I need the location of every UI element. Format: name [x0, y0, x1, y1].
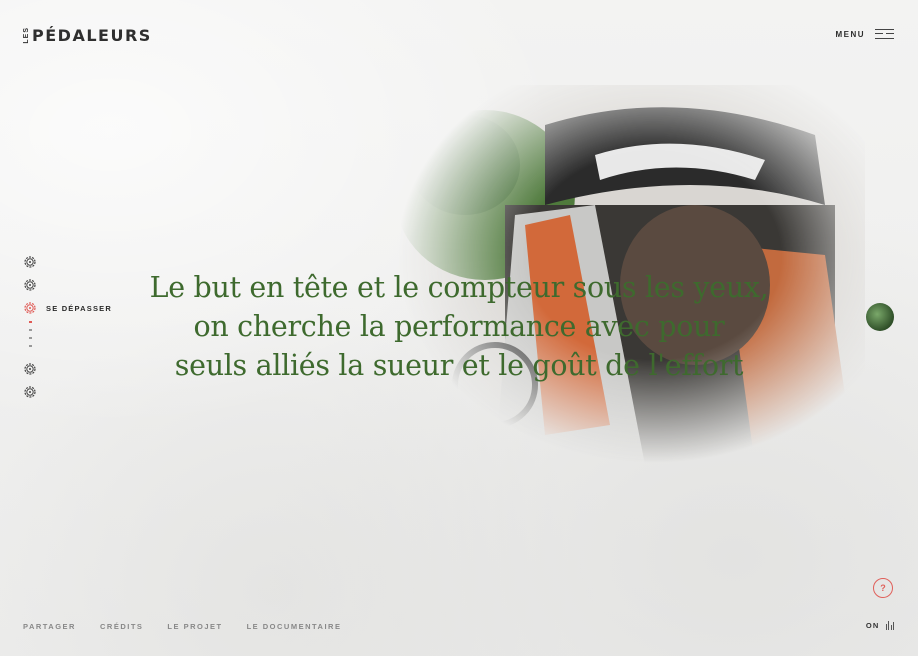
video-thumbnail-avatar[interactable]: [866, 303, 894, 331]
chapter-nav-item-4[interactable]: [23, 362, 37, 376]
gear-icon: [24, 279, 36, 291]
footer-link-documentary[interactable]: LE DOCUMENTAIRE: [247, 622, 342, 631]
hero-quote-line: Le but en tête et le compteur sous les y…: [149, 271, 769, 304]
hamburger-icon: [875, 28, 894, 40]
gear-icon: [24, 363, 36, 375]
hero-quote-line: on cherche la performance avec pour: [193, 310, 725, 343]
menu-button[interactable]: MENU: [835, 28, 894, 40]
footer-link-share[interactable]: PARTAGER: [23, 622, 76, 631]
chapter-nav-item-5[interactable]: [23, 385, 37, 399]
sound-label: ON: [865, 620, 880, 630]
footer-link-project[interactable]: LE PROJET: [167, 622, 222, 631]
chapter-nav-item-1[interactable]: [23, 255, 37, 269]
hero-quote: Le but en tête et le compteur sous les y…: [100, 268, 818, 385]
sound-bars-icon: [885, 620, 894, 630]
logo-prefix: LES: [23, 27, 30, 44]
site-logo[interactable]: LES PÉDALEURS: [23, 26, 152, 45]
sound-toggle[interactable]: ON: [866, 620, 894, 630]
menu-label: MENU: [835, 29, 865, 39]
gear-icon: [24, 256, 36, 268]
chapter-progress-ticks: [29, 321, 32, 353]
gear-icon: [24, 302, 36, 314]
logo-name: PÉDALEURS: [32, 26, 152, 45]
chapter-nav-item-3-active[interactable]: SE DÉPASSER: [23, 301, 112, 315]
help-label: ?: [880, 583, 886, 593]
hero-quote-line: seuls alliés la sueur et le goût de l'ef…: [174, 349, 744, 382]
footer-nav: PARTAGER CRÉDITS LE PROJET LE DOCUMENTAI…: [23, 622, 341, 631]
footer-link-credits[interactable]: CRÉDITS: [100, 622, 143, 631]
chapter-nav-item-2[interactable]: [23, 278, 37, 292]
help-button[interactable]: ?: [873, 578, 893, 598]
gear-icon: [24, 386, 36, 398]
